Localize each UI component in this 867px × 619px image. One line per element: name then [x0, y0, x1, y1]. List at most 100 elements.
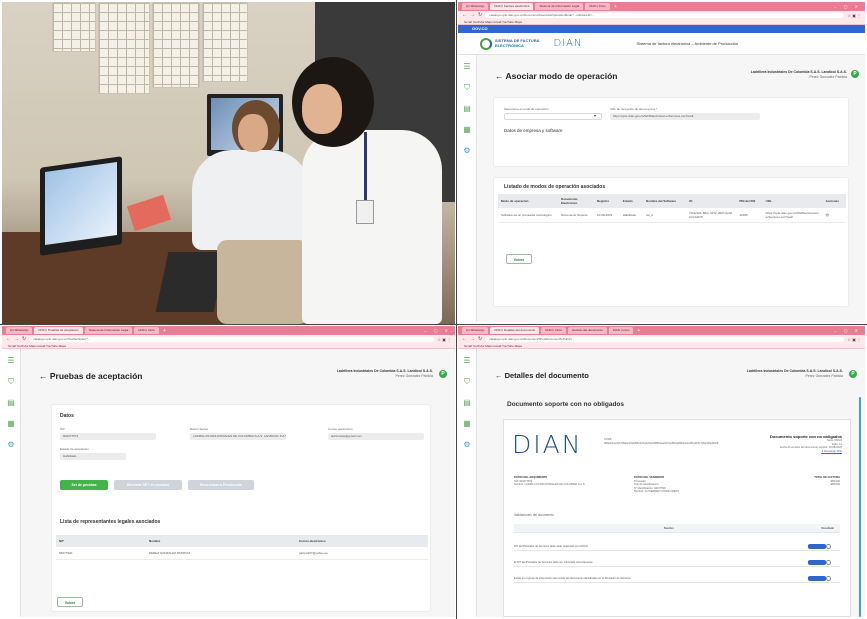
back-arrow-icon[interactable]: ←	[6, 336, 11, 342]
browser-tab[interactable]: (1) WhatsApp	[462, 327, 489, 334]
browser-tab[interactable]: (1) WhatsApp	[6, 327, 33, 334]
reload-icon[interactable]: ↻	[478, 336, 482, 342]
sidebar: ☰ ⛉ ▤ ▦ ⚙	[458, 349, 477, 617]
status-field[interactable]: Habilitado	[60, 453, 126, 460]
back-arrow-icon[interactable]: ←	[495, 71, 504, 81]
fe-logo-icon	[480, 37, 492, 50]
new-tab-icon[interactable]: +	[161, 328, 168, 334]
window-controls-icon[interactable]: – ▢ ✕	[834, 328, 865, 333]
back-arrow-icon[interactable]: ←	[462, 336, 467, 342]
info-icon[interactable]	[826, 544, 831, 549]
eye-icon[interactable]: 👁	[826, 213, 830, 217]
document-icon[interactable]: ▤	[463, 105, 471, 113]
reload-icon[interactable]: ↻	[478, 12, 482, 18]
shield-icon[interactable]: ⛉	[464, 84, 470, 92]
status-label: Estado de aceptación	[60, 447, 89, 451]
result-badge[interactable]	[808, 544, 826, 549]
settings-icon[interactable]: ⚙	[463, 147, 470, 155]
menu-icon[interactable]: ☰	[463, 63, 470, 71]
document-icon[interactable]: ▤	[7, 399, 15, 407]
browser-tab[interactable]: DIAN | Detalles del documento	[490, 327, 540, 334]
total-value: $85.000	[830, 483, 840, 487]
seller-title: DATOS DEL VENDEDOR	[634, 476, 665, 479]
factura-electronica-logo[interactable]: SISTEMA DE FACTURA ELECTRÓNICA	[480, 37, 540, 50]
browser-tab[interactable]: Sistema de Información Legal	[535, 3, 584, 10]
browser-tab[interactable]: (1) WhatsApp	[462, 3, 489, 10]
browser-tab[interactable]: Sistema de Información Legal	[84, 327, 133, 334]
download-pdf-link[interactable]: Descargar PDF	[824, 450, 842, 453]
browser-tab[interactable]: DIAN | Inicio	[608, 327, 634, 334]
shield-icon[interactable]: ⛉	[8, 378, 14, 386]
table-row: Software de un proveedor tecnológico Doc…	[498, 208, 846, 223]
address-bar: ← → ↻ catalogo-vpfe.dian.gov.co/Document…	[458, 335, 865, 343]
column-header: Nombre del Software	[643, 194, 687, 208]
result-badge[interactable]	[808, 576, 826, 581]
browser-tab[interactable]: DIAN | Inicio	[134, 327, 159, 334]
sync-production-button[interactable]: Sincronizar a Producción	[188, 480, 254, 490]
new-tab-icon[interactable]: +	[612, 4, 619, 10]
column-header: Nombre	[146, 535, 296, 547]
file-icon[interactable]: ▦	[463, 126, 471, 134]
table-cell: 10-08-2023	[594, 208, 620, 223]
back-button[interactable]: Volver	[506, 254, 532, 264]
document-icon[interactable]: ▤	[463, 399, 471, 407]
browser-tab[interactable]: DIAN | Inicio	[541, 327, 566, 334]
reload-icon[interactable]: ↻	[22, 336, 26, 342]
avatar[interactable]: P	[849, 370, 857, 378]
back-arrow-icon[interactable]: ←	[39, 371, 48, 381]
reception-url-field[interactable]: https://vpfe.dian.gov.co/WcfDianCustomer…	[610, 113, 760, 120]
url-field[interactable]: catalogo-vpfe.dian.gov.co/Document/Assoc…	[485, 12, 845, 18]
menu-icon[interactable]: ☰	[463, 357, 470, 365]
reset-test-set-button[interactable]: Reiniciar SET de pruebas	[114, 480, 182, 490]
new-tab-icon[interactable]: +	[635, 328, 642, 334]
shield-icon[interactable]: ⛉	[464, 378, 470, 386]
dian-logo[interactable]: DIAN	[554, 38, 583, 49]
email-field[interactable]: ladricolsas@gmail.com	[328, 433, 424, 440]
data-section-title: Datos	[60, 413, 74, 419]
razon-social-field[interactable]: LADRILLOS INDUSTRIALES DE COLOMBIA S.A.S…	[190, 433, 286, 440]
dian-document-logo: DIAN	[512, 430, 583, 459]
url-label: URL de recepción de documentos *	[610, 107, 658, 111]
window-controls-icon[interactable]: – ▢ ✕	[424, 328, 455, 333]
user-name: Perez Gonzalez Patricia	[805, 373, 843, 378]
screenshot-acceptance-tests: (1) WhatsApp DIAN | Pruebas de aceptació…	[2, 326, 455, 617]
operation-mode-select[interactable]	[504, 113, 602, 120]
column-header: PIN del SW	[736, 194, 763, 208]
browser-tab[interactable]: Gestión del documento	[567, 327, 607, 334]
chevron-down-icon[interactable]: ▾	[594, 113, 596, 118]
avatar[interactable]: P	[851, 70, 859, 78]
info-icon[interactable]	[826, 560, 831, 565]
operation-form-card: Seleccione el modo de operación ▾ URL de…	[493, 97, 849, 167]
column-header: Correo electrónico	[296, 535, 428, 547]
test-set-button[interactable]: Set de pruebas	[60, 480, 108, 490]
browser-tab[interactable]: DIAN | Pruebas de aceptación	[34, 327, 83, 334]
url-field[interactable]: catalogo-vpfe.dian.gov.co/Document/ShowD…	[485, 336, 845, 342]
forward-arrow-icon[interactable]: →	[470, 12, 475, 18]
totals-info: TOTAL DE FACTURA $85.000 $85.000	[770, 476, 840, 487]
forward-arrow-icon[interactable]: →	[470, 336, 475, 342]
extensions-icon[interactable]: ☆ ▣ ⋮	[847, 337, 861, 342]
nit-field[interactable]: 900277574	[60, 433, 156, 440]
settings-icon[interactable]: ⚙	[463, 441, 470, 449]
extensions-icon[interactable]: ☆ ▣ ⋮	[437, 337, 451, 342]
scrollbar[interactable]	[859, 397, 861, 617]
back-button[interactable]: Volver	[57, 597, 83, 607]
back-arrow-icon[interactable]: ←	[462, 12, 467, 18]
forward-arrow-icon[interactable]: →	[14, 336, 19, 342]
url-field[interactable]: catalogo-vpfe.dian.gov.co/TestSet/Index?…	[29, 336, 435, 342]
info-icon[interactable]	[826, 576, 831, 581]
avatar[interactable]: P	[439, 370, 447, 378]
extensions-icon[interactable]: ☆ ▣ ⋮	[847, 13, 861, 18]
result-badge[interactable]	[808, 560, 826, 565]
fe-logo-line2: ELECTRÓNICA	[495, 42, 524, 48]
browser-tab[interactable]: DIAN | Factura electrónica	[490, 3, 534, 10]
menu-icon[interactable]: ☰	[7, 357, 14, 365]
event-text: NIT del Prestador de Servicios debe esta…	[514, 545, 588, 548]
file-icon[interactable]: ▦	[463, 420, 471, 428]
back-arrow-icon[interactable]: ←	[495, 371, 503, 380]
settings-icon[interactable]: ⚙	[7, 441, 14, 449]
gov-co-bar[interactable]: GOV.CO	[458, 25, 865, 33]
window-controls-icon[interactable]: – ▢ ✕	[834, 4, 865, 9]
browser-tab[interactable]: DIAN | Inicio	[585, 3, 610, 10]
file-icon[interactable]: ▦	[7, 420, 15, 428]
